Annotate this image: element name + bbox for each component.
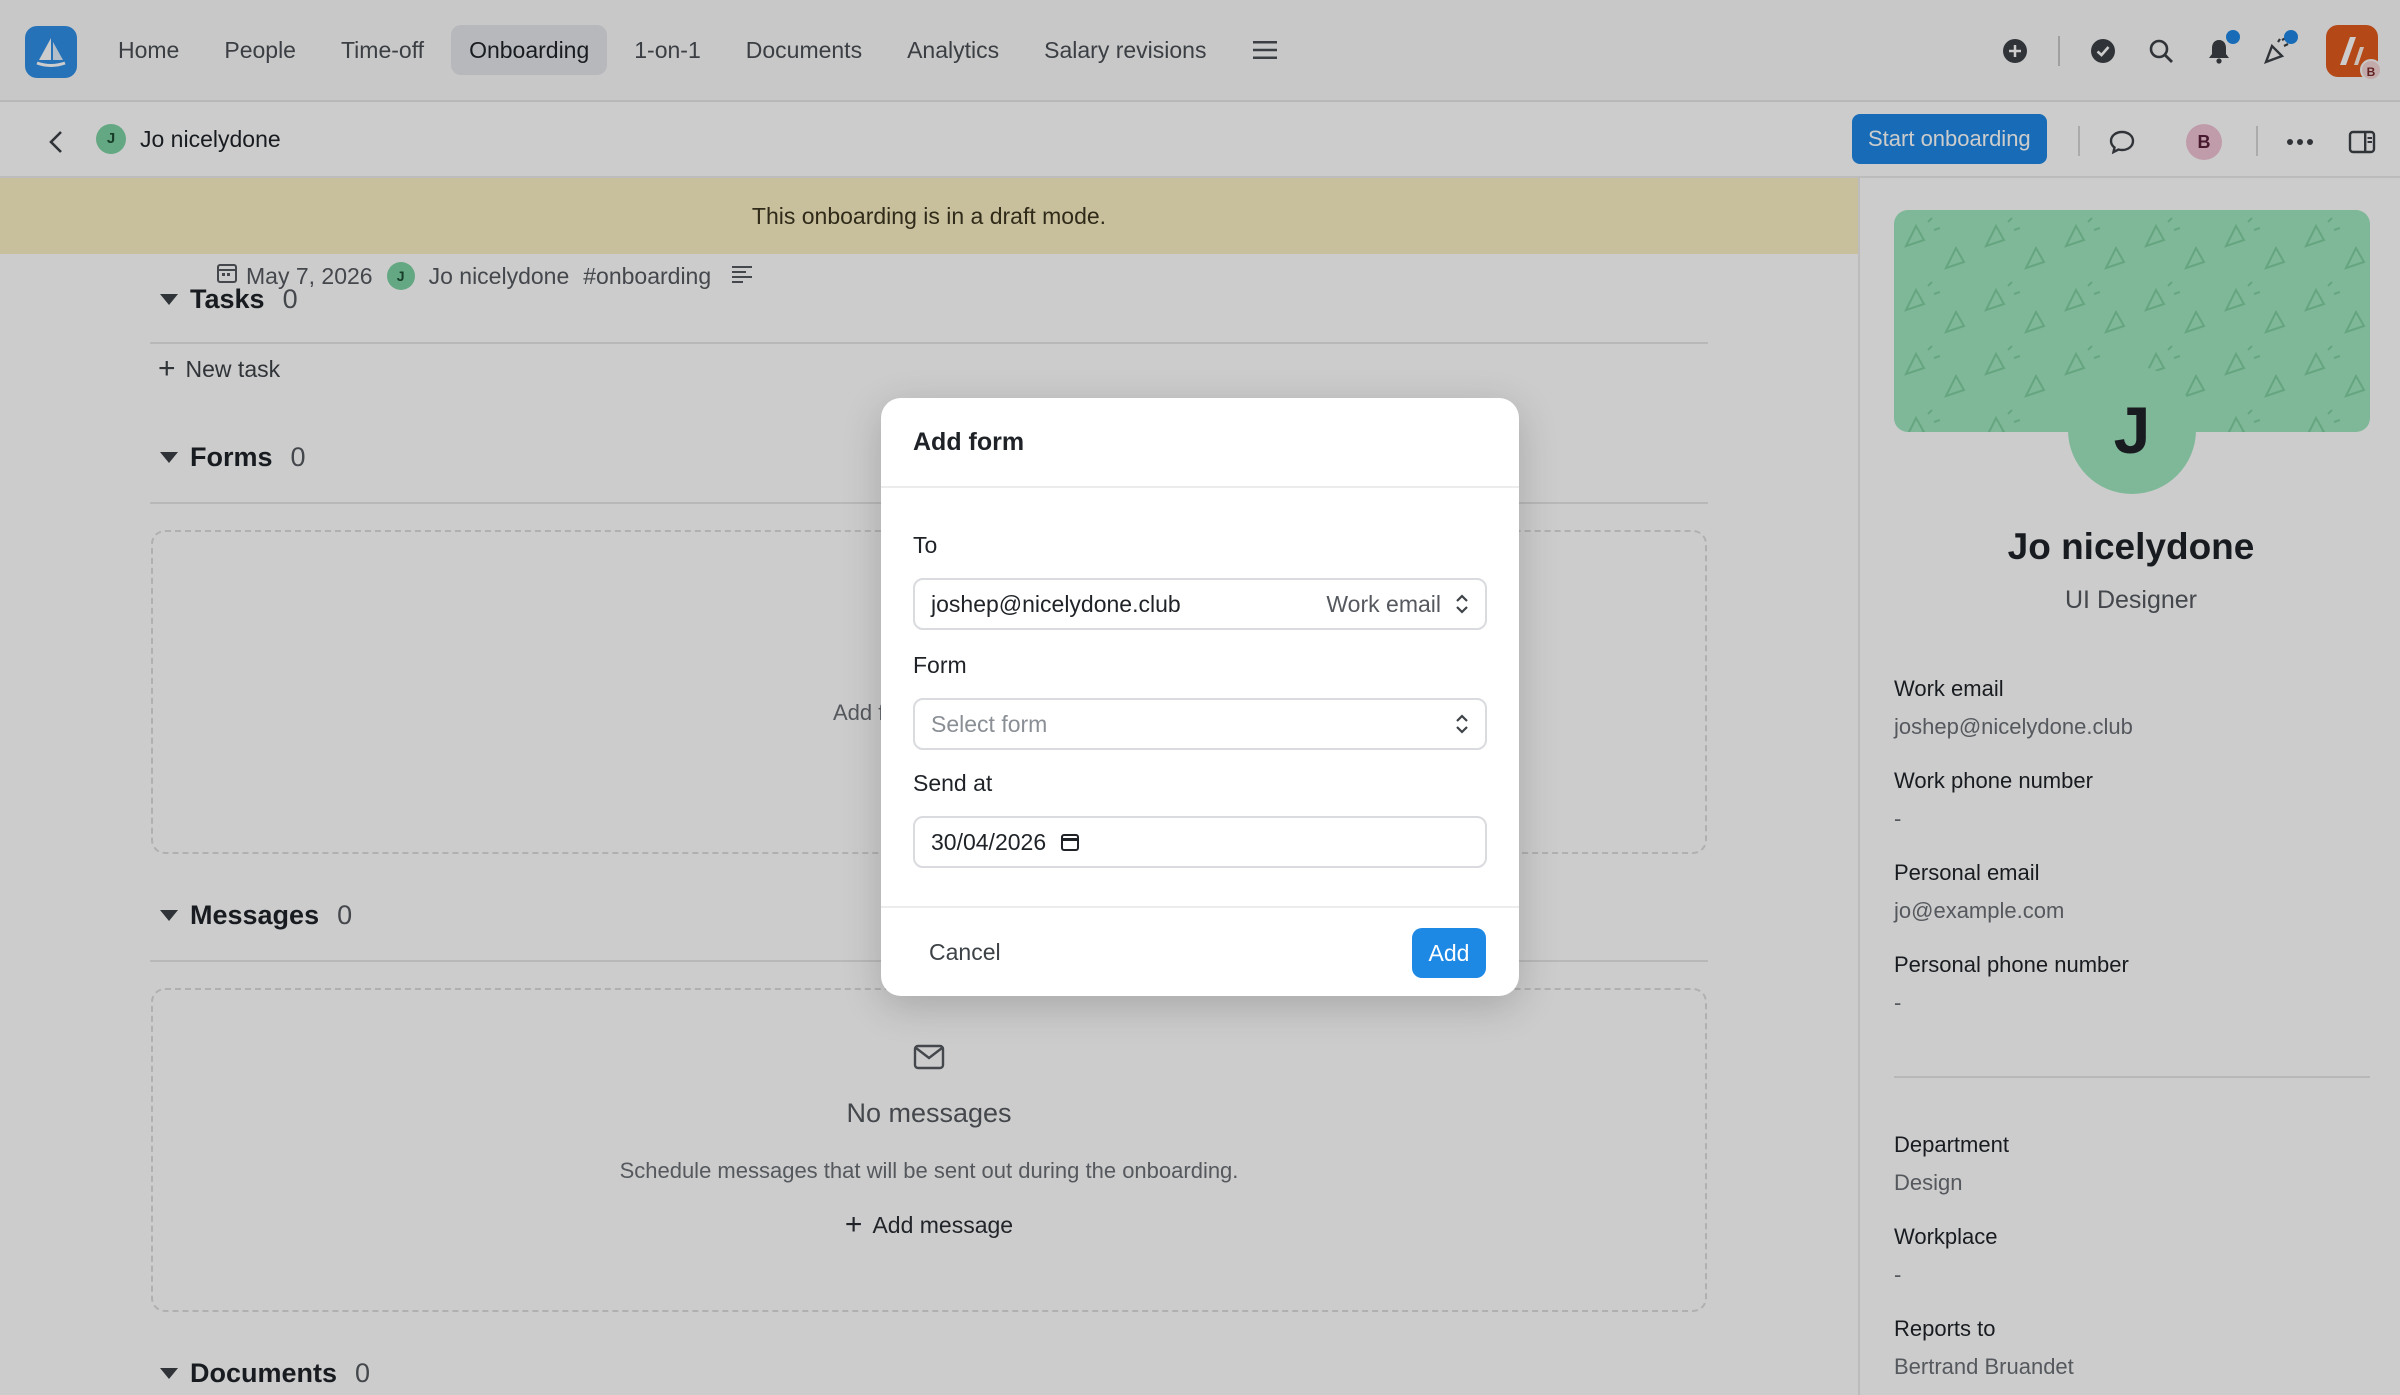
- form-label: Form: [913, 652, 967, 678]
- dialog-divider: [881, 906, 1519, 908]
- recipient-value: joshep@nicelydone.club: [931, 590, 1181, 617]
- cancel-button[interactable]: Cancel: [913, 928, 1017, 976]
- add-button[interactable]: Add: [1412, 928, 1486, 978]
- up-down-chevron-icon: [1455, 712, 1469, 736]
- to-label: To: [913, 532, 938, 558]
- recipient-select[interactable]: joshep@nicelydone.club Work email: [913, 578, 1487, 630]
- dialog-divider: [881, 486, 1519, 488]
- form-placeholder: Select form: [931, 710, 1048, 737]
- send-at-value: 30/04/2026: [931, 828, 1047, 855]
- send-at-date-input[interactable]: 30/04/2026: [913, 816, 1487, 868]
- form-select[interactable]: Select form: [913, 698, 1487, 750]
- up-down-chevron-icon: [1455, 592, 1469, 616]
- send-at-label: Send at: [913, 770, 993, 796]
- recipient-email-type: Work email: [1326, 590, 1441, 617]
- calendar-icon[interactable]: [1060, 832, 1080, 852]
- dialog-title: Add form: [913, 428, 1025, 456]
- add-form-dialog: Add form To joshep@nicelydone.club Work …: [881, 398, 1519, 996]
